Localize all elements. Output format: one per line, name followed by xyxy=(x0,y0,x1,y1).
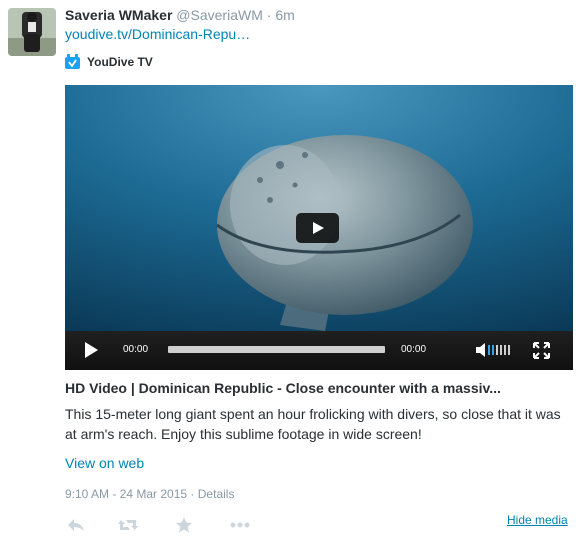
tweet-timestamp[interactable]: 9:10 AM - 24 Mar 2015 xyxy=(65,487,187,501)
duration: 00:00 xyxy=(401,344,427,355)
volume-icon[interactable] xyxy=(476,342,512,358)
author-handle[interactable]: @SaveriaWM xyxy=(176,7,263,23)
header-separator: · xyxy=(266,7,272,23)
avatar-image xyxy=(8,8,56,56)
tweet-link[interactable]: youdive.tv/Dominican-Repu… xyxy=(65,25,250,43)
meta-separator: · xyxy=(190,487,195,501)
avatar[interactable] xyxy=(8,8,56,56)
more-icon[interactable] xyxy=(229,515,251,535)
view-on-web-link[interactable]: View on web xyxy=(65,454,144,472)
card-source-name: YouDive TV xyxy=(87,55,153,69)
star-icon[interactable] xyxy=(173,515,195,535)
youdive-logo-icon xyxy=(65,54,81,70)
reply-icon[interactable] xyxy=(65,515,87,535)
card-source[interactable]: YouDive TV xyxy=(65,53,153,71)
retweet-icon[interactable] xyxy=(117,515,139,535)
tweet-time[interactable]: 6m xyxy=(275,7,294,23)
current-time: 00:00 xyxy=(123,344,149,355)
video-player[interactable]: 00:00 00:00 xyxy=(65,85,573,370)
hide-media-link[interactable]: Hide media xyxy=(507,512,568,528)
progress-bar[interactable] xyxy=(168,346,385,353)
fullscreen-icon[interactable] xyxy=(533,342,550,359)
tweet-meta: 9:10 AM - 24 Mar 2015 · Details xyxy=(65,486,234,502)
author-name[interactable]: Saveria WMaker xyxy=(65,7,172,23)
big-play-button[interactable] xyxy=(296,213,339,243)
card-description: This 15-meter long giant spent an hour f… xyxy=(65,406,561,442)
details-link[interactable]: Details xyxy=(198,487,235,501)
video-thumbnail xyxy=(65,85,573,331)
card-title[interactable]: HD Video | Dominican Republic - Close en… xyxy=(65,379,501,397)
player-controls: 00:00 00:00 xyxy=(65,331,573,370)
tweet-header: Saveria WMaker @SaveriaWM · 6m xyxy=(65,6,295,24)
play-button[interactable] xyxy=(85,342,98,358)
